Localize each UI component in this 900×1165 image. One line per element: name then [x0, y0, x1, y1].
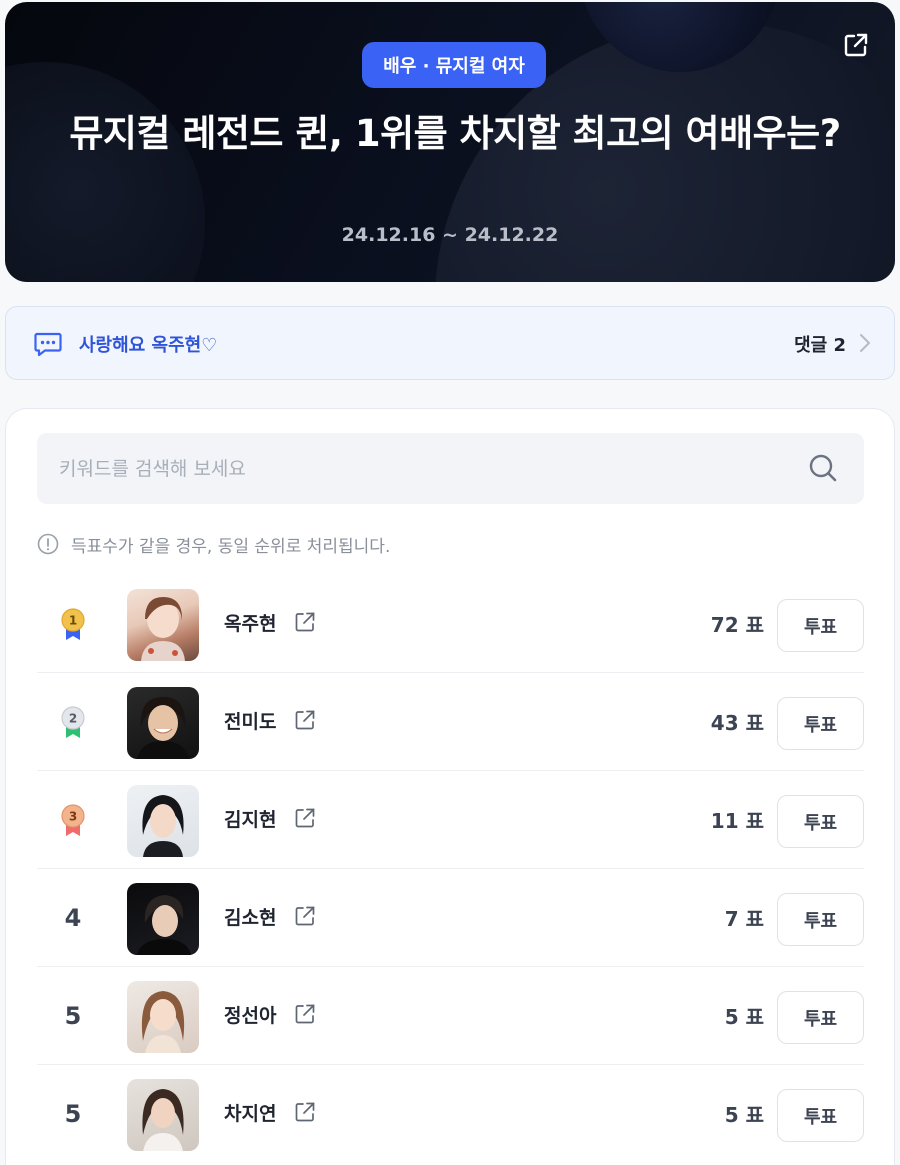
external-link-icon[interactable]	[294, 1003, 316, 1025]
rank-medal: 1	[53, 575, 93, 673]
search-icon[interactable]	[808, 453, 838, 483]
tie-notice: 득표수가 같을 경우, 동일 순위로 처리됩니다.	[37, 531, 390, 557]
external-link-icon[interactable]	[294, 1101, 316, 1123]
vote-button[interactable]: 투표	[777, 991, 864, 1044]
candidate-list: 1 옥주현 72 표 투표 2 전미도 43 표 투표 3 김지현 11 표 투…	[37, 575, 864, 1163]
vote-count: 72 표	[710, 613, 764, 637]
category-badge: 배우 · 뮤지컬 여자	[362, 42, 546, 88]
avatar	[127, 589, 199, 661]
candidate-name: 정선아	[224, 1005, 277, 1027]
candidate-name: 전미도	[224, 711, 277, 733]
hero-banner: 배우 · 뮤지컬 여자 뮤지컬 레전드 퀸, 1위를 차지할 최고의 여배우는?…	[5, 2, 895, 282]
candidate-row: 5 차지연 5 표 투표	[37, 1065, 864, 1163]
hero-decoration	[5, 62, 205, 282]
poll-title: 뮤지컬 레전드 퀸, 1위를 차지할 최고의 여배우는?	[69, 112, 841, 155]
bronze-medal-icon: 3	[61, 804, 85, 836]
silver-medal-icon: 2	[61, 706, 85, 738]
candidate-row: 3 김지현 11 표 투표	[37, 771, 864, 869]
comment-count[interactable]: 댓글 2	[794, 331, 846, 357]
chevron-right-icon[interactable]	[858, 331, 872, 355]
external-link-icon[interactable]	[294, 611, 316, 633]
vote-count: 7 표	[724, 907, 764, 931]
candidate-row: 5 정선아 5 표 투표	[37, 967, 864, 1065]
vote-count: 5 표	[724, 1005, 764, 1029]
search-box[interactable]	[37, 433, 864, 504]
portrait-image	[141, 991, 185, 1053]
vote-button[interactable]: 투표	[777, 1089, 864, 1142]
avatar	[127, 1079, 199, 1151]
vote-count: 11 표	[710, 809, 764, 833]
tie-notice-text: 득표수가 같을 경우, 동일 순위로 처리됩니다.	[71, 536, 391, 557]
candidate-row: 2 전미도 43 표 투표	[37, 673, 864, 771]
avatar	[127, 785, 199, 857]
rank-medal: 3	[53, 771, 93, 869]
candidate-name: 옥주현	[224, 613, 277, 635]
external-link-icon[interactable]	[294, 709, 316, 731]
portrait-image	[142, 795, 184, 857]
portrait-image	[137, 895, 191, 955]
candidate-name: 김소현	[224, 907, 277, 929]
search-input[interactable]	[59, 433, 789, 504]
rank-number: 5	[64, 1002, 82, 1030]
vote-button[interactable]: 투표	[777, 795, 864, 848]
candidate-name: 김지현	[224, 809, 277, 831]
external-link-icon[interactable]	[294, 807, 316, 829]
avatar	[127, 687, 199, 759]
latest-comment: 사랑해요 옥주현♡	[79, 335, 218, 356]
ranking-card: 득표수가 같을 경우, 동일 순위로 처리됩니다. 1 옥주현	[5, 408, 895, 1165]
gold-medal-icon: 1	[61, 608, 85, 640]
medal-rank-number: 3	[69, 810, 77, 824]
medal-rank-number: 1	[69, 614, 77, 628]
portrait-image	[137, 697, 189, 759]
medal-rank-number: 2	[69, 712, 77, 726]
rank-medal: 2	[53, 673, 93, 771]
vote-button[interactable]: 투표	[777, 599, 864, 652]
avatar	[127, 883, 199, 955]
portrait-image	[142, 1089, 184, 1151]
rank-number: 4	[64, 904, 82, 932]
candidate-row: 1 옥주현 72 표 투표	[37, 575, 864, 673]
comment-bar[interactable]: 사랑해요 옥주현♡ 댓글 2	[5, 306, 895, 380]
vote-count: 5 표	[724, 1103, 764, 1127]
avatar	[127, 981, 199, 1053]
rank-number: 5	[64, 1100, 82, 1128]
candidate-row: 4 김소현 7 표 투표	[37, 869, 864, 967]
vote-count: 43 표	[710, 711, 764, 735]
vote-button[interactable]: 투표	[777, 697, 864, 750]
poll-period: 24.12.16 ~ 24.12.22	[341, 224, 559, 246]
vote-button[interactable]: 투표	[777, 893, 864, 946]
candidate-name: 차지연	[224, 1103, 277, 1125]
share-icon[interactable]	[843, 32, 869, 58]
info-icon	[37, 533, 59, 555]
portrait-image	[141, 597, 185, 661]
chat-bubble-icon	[34, 332, 62, 357]
external-link-icon[interactable]	[294, 905, 316, 927]
